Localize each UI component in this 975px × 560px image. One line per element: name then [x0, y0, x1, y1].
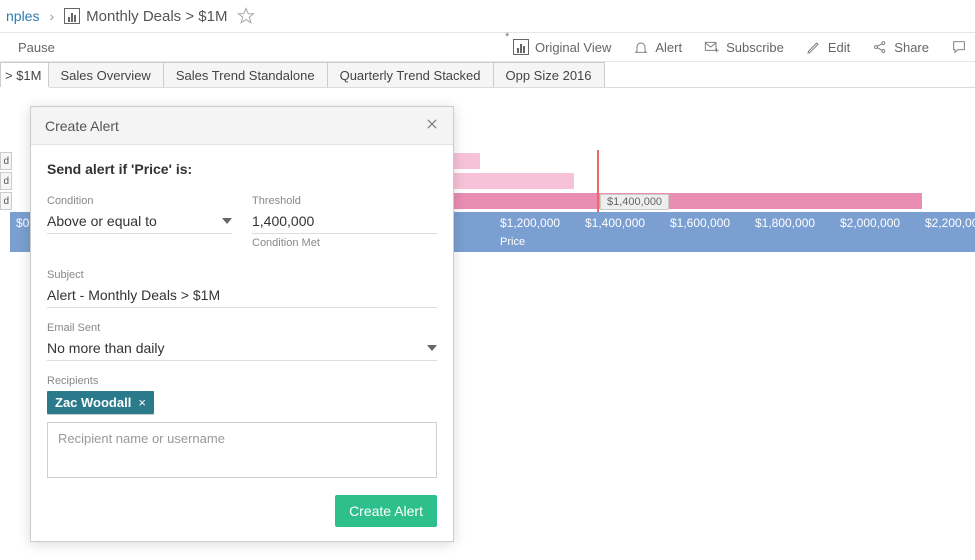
recipients-field: Recipients Zac Woodall × Recipient name … [47, 375, 437, 478]
recipients-label: Recipients [47, 375, 437, 387]
bar-chart-icon [64, 8, 80, 24]
email-frequency-field[interactable]: Email Sent No more than daily [47, 322, 437, 361]
close-icon [425, 117, 439, 131]
axis-tick: $0 [16, 216, 29, 230]
modal-title: Create Alert [45, 118, 119, 134]
chart-bar [454, 173, 574, 189]
page-title: Monthly Deals > $1M [86, 8, 227, 25]
create-alert-button[interactable]: Create Alert [335, 495, 437, 527]
pencil-icon [806, 39, 822, 55]
axis-title: Price [500, 236, 525, 248]
edit-button[interactable]: Edit [806, 39, 850, 55]
subscribe-label: Subscribe [726, 40, 784, 55]
axis-tick: $1,800,000 [755, 216, 815, 230]
original-view-label: Original View [535, 40, 611, 55]
subscribe-button[interactable]: Subscribe [704, 39, 784, 55]
alert-heading: Send alert if 'Price' is: [47, 161, 437, 177]
chart-bar [454, 193, 922, 209]
row-label: d [0, 152, 12, 170]
chevron-down-icon [427, 345, 437, 351]
modal-header: Create Alert [31, 107, 453, 145]
share-label: Share [894, 40, 929, 55]
axis-tick: $1,400,000 [585, 216, 645, 230]
close-button[interactable] [425, 117, 439, 134]
threshold-field[interactable]: Threshold 1,400,000 Condition Met [252, 195, 437, 249]
tab-sales-overview[interactable]: Sales Overview [48, 62, 164, 87]
threshold-label: Threshold [252, 195, 437, 207]
threshold-value: 1,400,000 [252, 213, 314, 229]
mail-plus-icon [704, 39, 720, 55]
pause-button[interactable]: Pause [18, 40, 55, 55]
alert-button[interactable]: Alert [633, 39, 682, 55]
toolbar: Pause * Original View Alert Subscribe Ed… [0, 32, 975, 62]
pause-label: Pause [18, 40, 55, 55]
axis-tick: $1,600,000 [670, 216, 730, 230]
condition-field[interactable]: Condition Above or equal to [47, 195, 232, 249]
tab-active[interactable]: > $1M [0, 62, 49, 87]
row-label: d [0, 192, 12, 210]
create-alert-modal: Create Alert Send alert if 'Price' is: C… [30, 106, 454, 542]
share-button[interactable]: Share [872, 39, 929, 55]
axis-tick: $2,000,000 [840, 216, 900, 230]
tab-quarterly-trend-stacked[interactable]: Quarterly Trend Stacked [327, 62, 494, 87]
alert-label: Alert [655, 40, 682, 55]
row-label: d [0, 172, 12, 190]
recipient-chip[interactable]: Zac Woodall × [47, 391, 154, 414]
comment-icon [951, 39, 967, 55]
remove-recipient-icon[interactable]: × [138, 395, 146, 410]
subject-field[interactable]: Subject Alert - Monthly Deals > $1M [47, 269, 437, 308]
chart-bar [454, 153, 480, 169]
email-value: No more than daily [47, 340, 165, 356]
recipient-chip-label: Zac Woodall [55, 395, 131, 410]
reference-line [597, 150, 599, 212]
email-label: Email Sent [47, 322, 437, 334]
comment-button[interactable] [951, 39, 967, 55]
condition-value: Above or equal to [47, 213, 157, 229]
subject-label: Subject [47, 269, 437, 281]
original-view-button[interactable]: * Original View [513, 39, 611, 56]
axis-tick: $1,200,000 [500, 216, 560, 230]
star-icon[interactable] [237, 7, 255, 25]
chevron-right-icon: › [45, 8, 58, 24]
reference-label: $1,400,000 [600, 194, 669, 210]
bell-icon [633, 39, 649, 55]
tabs: > $1M Sales Overview Sales Trend Standal… [0, 62, 975, 88]
chevron-down-icon [222, 218, 232, 224]
breadcrumb: nples › Monthly Deals > $1M [0, 0, 975, 32]
edit-label: Edit [828, 40, 850, 55]
condition-label: Condition [47, 195, 232, 207]
recipient-input[interactable]: Recipient name or username [47, 422, 437, 478]
bar-chart-icon [513, 39, 529, 55]
tab-opp-size-2016[interactable]: Opp Size 2016 [493, 62, 605, 87]
breadcrumb-parent[interactable]: nples [0, 8, 45, 24]
subject-value: Alert - Monthly Deals > $1M [47, 287, 220, 303]
tab-sales-trend-standalone[interactable]: Sales Trend Standalone [163, 62, 328, 87]
axis-tick: $2,200,000 [925, 216, 975, 230]
threshold-status: Condition Met [252, 237, 437, 249]
share-icon [872, 39, 888, 55]
